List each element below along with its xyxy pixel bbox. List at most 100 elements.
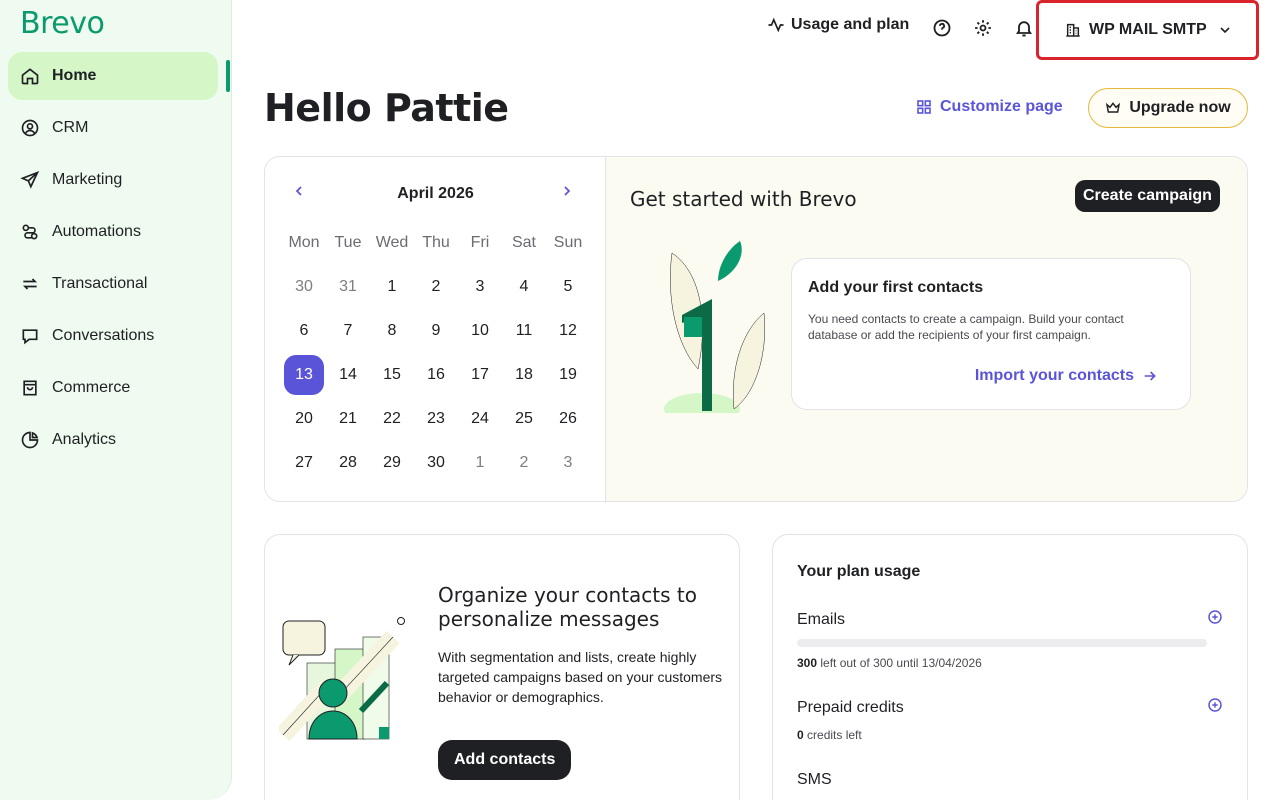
calendar-day[interactable]: 15 — [370, 353, 414, 397]
calendar-weekday: Wed — [375, 234, 409, 251]
sidebar-item-transactional[interactable]: Transactional — [8, 260, 218, 308]
import-contacts-link[interactable]: Import your contacts — [975, 367, 1158, 385]
calendar-day[interactable]: 31 — [326, 265, 370, 309]
sidebar-item-label: CRM — [52, 119, 89, 136]
calendar-day[interactable]: 24 — [458, 397, 502, 441]
calendar-day[interactable]: 17 — [458, 353, 502, 397]
bell-icon[interactable] — [1014, 18, 1034, 38]
add-credits-plus-icon[interactable] — [1207, 697, 1223, 713]
calendar-weekday: Mon — [288, 234, 320, 251]
plan-usage-title: Your plan usage — [797, 563, 921, 580]
calendar-day[interactable]: 1 — [458, 441, 502, 485]
calendar-day[interactable]: 8 — [370, 309, 414, 353]
chevron-down-icon — [1220, 27, 1230, 34]
sidebar-item-marketing[interactable]: Marketing — [8, 156, 218, 204]
contacts-growth-illustration — [279, 617, 405, 742]
calendar-day[interactable]: 26 — [546, 397, 590, 441]
gear-icon[interactable] — [973, 18, 993, 38]
sidebar-item-home[interactable]: Home — [8, 52, 218, 100]
calendar-day[interactable]: 5 — [546, 265, 590, 309]
sidebar-item-automations[interactable]: Automations — [8, 208, 218, 256]
organize-contacts-title: Organize your contacts to personalize me… — [438, 583, 697, 631]
calendar-weekday: Sun — [553, 234, 583, 251]
calendar-day[interactable]: 4 — [502, 265, 546, 309]
calendar-day[interactable]: 14 — [326, 353, 370, 397]
brevo-logo[interactable]: Brevo — [20, 6, 105, 41]
sms-label: SMS — [797, 771, 832, 788]
sidebar-item-label: Marketing — [52, 171, 123, 188]
chevron-right-icon — [564, 186, 571, 196]
calendar-day[interactable]: 27 — [282, 441, 326, 485]
calendar-day[interactable]: 19 — [546, 353, 590, 397]
import-contacts-label: Import your contacts — [974, 367, 1134, 384]
calendar-day[interactable]: 9 — [414, 309, 458, 353]
pie-chart-icon — [20, 430, 40, 450]
organize-contacts-text: With segmentation and lists, create high… — [438, 649, 723, 705]
chat-bubble-icon — [20, 326, 40, 346]
usage-and-plan-button[interactable]: Usage and plan — [767, 16, 909, 34]
upgrade-now-button[interactable]: Upgrade now — [1088, 88, 1248, 128]
shopping-bag-icon — [20, 378, 40, 398]
calendar-grid: Mon Tue Wed Thu Fri Sat Sun 30 31 1 2 3 4 5 6 7 8 9 10 11 12… — [282, 221, 590, 485]
organize-contacts-card: Organize your contacts to personalize me… — [264, 534, 740, 800]
calendar-day[interactable]: 1 — [370, 265, 414, 309]
emails-left-count: 300 — [797, 656, 818, 670]
credits-usage-text: credits left — [803, 728, 862, 742]
calendar-weekday: Sat — [511, 234, 536, 251]
add-contacts-card: Add your first contacts You need contact… — [791, 258, 1191, 410]
sidebar-item-analytics[interactable]: Analytics — [8, 416, 218, 464]
calendar-day[interactable]: 18 — [502, 353, 546, 397]
calendar-day[interactable]: 3 — [458, 265, 502, 309]
calendar-day[interactable]: 30 — [414, 441, 458, 485]
prepaid-credits-label: Prepaid credits — [797, 699, 904, 716]
help-icon[interactable] — [932, 18, 952, 38]
calendar-day[interactable]: 23 — [414, 397, 458, 441]
calendar-weekday: Fri — [470, 234, 490, 251]
building-icon — [1066, 23, 1080, 37]
calendar-day[interactable]: 3 — [546, 441, 590, 485]
calendar-day[interactable]: 22 — [370, 397, 414, 441]
upgrade-now-label: Upgrade now — [1129, 99, 1231, 116]
arrow-right-icon — [1144, 371, 1156, 381]
calendar-widget: April 2026 Mon Tue Wed Thu Fri Sat Sun 30 31 1 2 3 4… — [265, 157, 606, 501]
get-started-panel: Get started with Brevo Create campaign A… — [606, 157, 1247, 501]
sidebar-item-label: Automations — [52, 223, 141, 240]
calendar-day[interactable]: 21 — [326, 397, 370, 441]
calendar-day[interactable]: 12 — [546, 309, 590, 353]
account-name: WP MAIL SMTP — [1089, 21, 1207, 38]
create-campaign-button[interactable]: Create campaign — [1075, 180, 1220, 212]
add-emails-plus-icon[interactable] — [1207, 609, 1223, 625]
add-contacts-card-title: Add your first contacts — [808, 279, 984, 296]
calendar-day[interactable]: 28 — [326, 441, 370, 485]
calendar-day[interactable]: 2 — [414, 265, 458, 309]
customize-page-button[interactable]: Customize page — [916, 98, 1063, 116]
activity-icon — [768, 17, 784, 33]
account-switcher[interactable]: WP MAIL SMTP — [1036, 0, 1259, 60]
sidebar-item-commerce[interactable]: Commerce — [8, 364, 218, 412]
add-contacts-button[interactable]: Add contacts — [438, 740, 572, 780]
calendar-day[interactable]: 25 — [502, 397, 546, 441]
calendar-month-label: April 2026 — [397, 185, 474, 202]
calendar-day[interactable]: 29 — [370, 441, 414, 485]
calendar-day[interactable]: 2 — [502, 441, 546, 485]
calendar-day[interactable]: 7 — [326, 309, 370, 353]
calendar-day[interactable]: 6 — [282, 309, 326, 353]
sidebar-resize-handle[interactable] — [226, 60, 230, 92]
get-started-title: Get started with Brevo — [630, 187, 857, 211]
paper-plane-icon — [20, 170, 40, 190]
calendar-day[interactable]: 16 — [414, 353, 458, 397]
sidebar-item-label: Commerce — [52, 379, 131, 396]
credits-left-count: 0 — [797, 728, 804, 742]
calendar-day[interactable]: 30 — [282, 265, 326, 309]
emails-progress-bar — [797, 639, 1207, 647]
calendar-day[interactable]: 11 — [502, 309, 546, 353]
sidebar-item-crm[interactable]: CRM — [8, 104, 218, 152]
calendar-weekday: Thu — [422, 234, 450, 251]
sidebar-item-conversations[interactable]: Conversations — [8, 312, 218, 360]
home-icon — [20, 66, 40, 86]
calendar-day[interactable]: 10 — [458, 309, 502, 353]
calendar-next-button[interactable] — [559, 183, 579, 203]
usage-and-plan-label: Usage and plan — [791, 16, 910, 33]
calendar-day[interactable]: 20 — [282, 397, 326, 441]
calendar-day-today[interactable]: 13 — [284, 355, 324, 395]
